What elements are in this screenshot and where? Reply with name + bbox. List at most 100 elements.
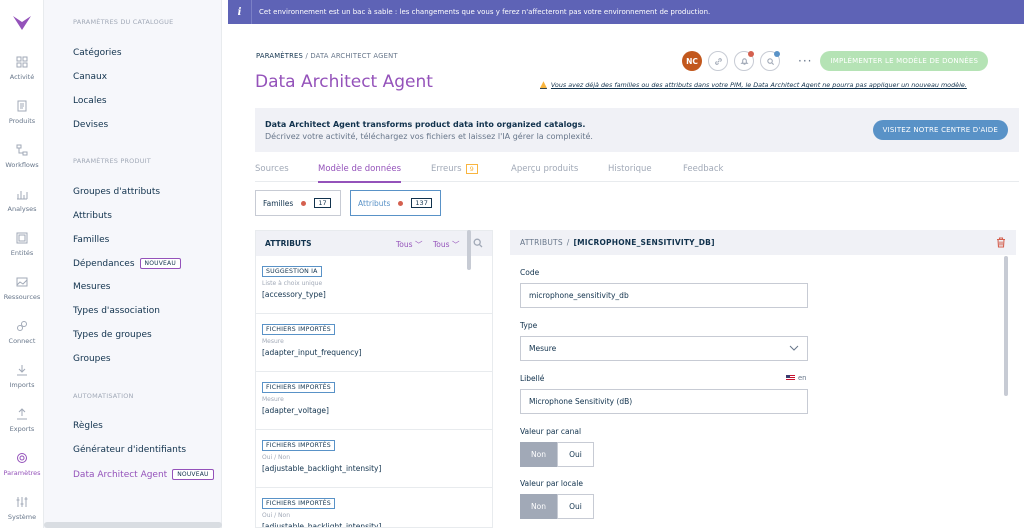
panel-link-categories[interactable]: Catégories [73, 48, 122, 58]
dashboard-icon [15, 55, 29, 69]
nav-item-label: Exports [9, 425, 35, 433]
chevron-down-icon [789, 343, 799, 353]
panel-link-attributes[interactable]: Attributs [73, 211, 112, 221]
panel-link-group-types[interactable]: Types de groupes [73, 330, 152, 340]
per-locale-yes-button[interactable]: Oui [557, 494, 594, 519]
implement-data-model-button[interactable]: IMPLÉMENTER LE MODÈLE DE DONNÉES [820, 51, 989, 71]
panel-link-identifier-generator[interactable]: Générateur d'identifiants [73, 445, 186, 455]
link-button[interactable] [708, 51, 728, 71]
chart-icon [15, 187, 29, 201]
attributes-filter-chip[interactable]: Attributs 137 [350, 190, 441, 216]
panel-link-attribute-groups[interactable]: Groupes d'attributs [73, 187, 160, 197]
label-field[interactable]: Microphone Sensitivity (dB) [520, 389, 808, 414]
tab-data-model[interactable]: Modèle de données [318, 164, 402, 183]
trash-icon[interactable] [996, 237, 1006, 248]
attribute-list-title: ATTRIBUTS [265, 239, 312, 248]
panel-link-channels[interactable]: Canaux [73, 72, 107, 82]
avatar[interactable]: NC [682, 51, 702, 71]
nav-item-label: Produits [8, 117, 36, 125]
source-filter-dropdown[interactable]: Tous ﹀ [396, 239, 422, 250]
nav-item-produits[interactable]: Produits [0, 90, 44, 134]
panel-link-label: Dépendances [73, 258, 135, 269]
error-dot [398, 200, 404, 206]
attribute-list-header: ATTRIBUTS Tous ﹀ Tous ﹀ [256, 231, 492, 256]
nav-item-label: Ressources [3, 293, 41, 301]
families-filter-chip[interactable]: Familles 17 [255, 190, 341, 216]
attribute-type: Oui / Non [262, 512, 290, 519]
status-filter-dropdown[interactable]: Tous ﹀ [433, 239, 459, 250]
list-item[interactable]: FICHIERS IMPORTÉS Mesure [adapter_input_fr… [256, 314, 492, 372]
nav-item-connect[interactable]: Connect [0, 310, 44, 354]
per-locale-toggle: Non Oui [520, 494, 594, 519]
nav-item-parametres[interactable]: Paramètres [0, 442, 44, 486]
nav-item-label: Workflows [5, 161, 39, 169]
tab-feedback[interactable]: Feedback [683, 164, 723, 174]
attribute-list-scrollbar[interactable] [467, 230, 471, 270]
panel-link-dependencies[interactable]: Dépendances NOUVEAU [73, 258, 181, 269]
filter-value: Tous [433, 240, 450, 249]
nav-item-exports[interactable]: Exports [0, 398, 44, 442]
entity-icon [15, 231, 29, 245]
sandbox-banner: i Cet environnement est un bac à sable :… [228, 0, 1024, 24]
attribute-type: Mesure [262, 338, 284, 345]
nav-item-systeme[interactable]: Système [0, 486, 44, 528]
sandbox-banner-text: Cet environnement est un bac à sable : l… [259, 8, 711, 16]
settings-panel: PARAMÈTRES DU CATALOGUE Catégories Canau… [44, 0, 222, 528]
gear-icon [15, 451, 29, 465]
bell-icon [739, 57, 749, 65]
nav-item-analyses[interactable]: Analyses [0, 178, 44, 222]
detail-scrollbar[interactable] [1004, 256, 1008, 396]
search-button[interactable] [760, 51, 780, 71]
akeneo-logo[interactable] [0, 0, 44, 46]
per-locale-no-button[interactable]: Non [520, 494, 557, 519]
nav-item-label: Connect [8, 337, 36, 345]
panel-link-currencies[interactable]: Devises [73, 120, 108, 130]
list-item[interactable]: SUGGESTION IA Liste à choix unique [access… [256, 256, 492, 314]
locale-indicator[interactable]: en [786, 374, 807, 382]
panel-link-measurements[interactable]: Mesures [73, 282, 110, 292]
more-options-button[interactable]: ··· [798, 54, 812, 68]
list-item[interactable]: FICHIERS IMPORTÉS Oui / Non [adjustable_ba… [256, 430, 492, 488]
nav-item-activite[interactable]: Activité [0, 46, 44, 90]
tab-sources[interactable]: Sources [255, 164, 289, 174]
attribute-detail: ATTRIBUTS / [MICROPHONE_SENSITIVITY_DB] … [510, 230, 1016, 528]
nav-item-ressources[interactable]: Ressources [0, 266, 44, 310]
nav-item-imports[interactable]: Imports [0, 354, 44, 398]
main-content: PARAMÈTRES / DATA ARCHITECT AGENT Data A… [228, 24, 1024, 528]
panel-horizontal-scrollbar[interactable] [44, 522, 222, 528]
nav-item-label: Entités [10, 249, 34, 257]
list-item[interactable]: FICHIERS IMPORTÉS Oui / Non [adjustable_ba… [256, 488, 492, 527]
panel-link-association-types[interactable]: Types d'association [73, 306, 160, 316]
main-navigation: Activité Produits Workflows Analyses Entités… [0, 0, 44, 528]
help-center-button[interactable]: VISITEZ NOTRE CENTRE D'AIDE [872, 120, 1008, 140]
tab-product-preview[interactable]: Aperçu produits [511, 164, 578, 174]
header-toolbar: NC ··· IMPLÉMENTER LE MODÈLE DE DONNÉES [682, 50, 989, 72]
search-icon[interactable] [473, 238, 483, 248]
nav-item-label: Système [7, 513, 37, 521]
notifications-button[interactable] [734, 51, 754, 71]
attribute-type: Mesure [262, 396, 284, 403]
tab-errors[interactable]: Erreurs 9 [431, 164, 478, 174]
per-channel-no-button[interactable]: Non [520, 442, 557, 467]
tab-history[interactable]: Historique [608, 164, 652, 174]
detail-breadcrumb-parent[interactable]: ATTRIBUTS [520, 238, 563, 247]
panel-link-locales[interactable]: Locales [73, 96, 107, 106]
panel-link-groups[interactable]: Groupes [73, 354, 111, 364]
code-field[interactable]: microphone_sensitivity_db [520, 283, 808, 308]
panel-link-data-architect-agent[interactable]: Data Architect Agent NOUVEAU [73, 469, 214, 480]
nav-item-workflows[interactable]: Workflows [0, 134, 44, 178]
panel-link-families[interactable]: Familles [73, 235, 109, 245]
nav-item-label: Activité [9, 73, 35, 81]
error-count-badge: 9 [465, 164, 478, 174]
nav-item-entites[interactable]: Entités [0, 222, 44, 266]
attribute-type: Oui / Non [262, 454, 290, 461]
type-select[interactable]: Mesure [520, 336, 808, 361]
per-channel-label: Valeur par canal [520, 427, 582, 436]
product-icon [15, 99, 29, 113]
per-channel-yes-button[interactable]: Oui [557, 442, 594, 467]
list-item[interactable]: FICHIERS IMPORTÉS Mesure [adapter_voltage] [256, 372, 492, 430]
breadcrumb-parent[interactable]: PARAMÈTRES [256, 52, 303, 60]
panel-link-rules[interactable]: Règles [73, 421, 103, 431]
panel-link-label: Data Architect Agent [73, 469, 168, 480]
attribute-list: ATTRIBUTS Tous ﹀ Tous ﹀ SUGGESTION IA Lis… [255, 230, 493, 528]
